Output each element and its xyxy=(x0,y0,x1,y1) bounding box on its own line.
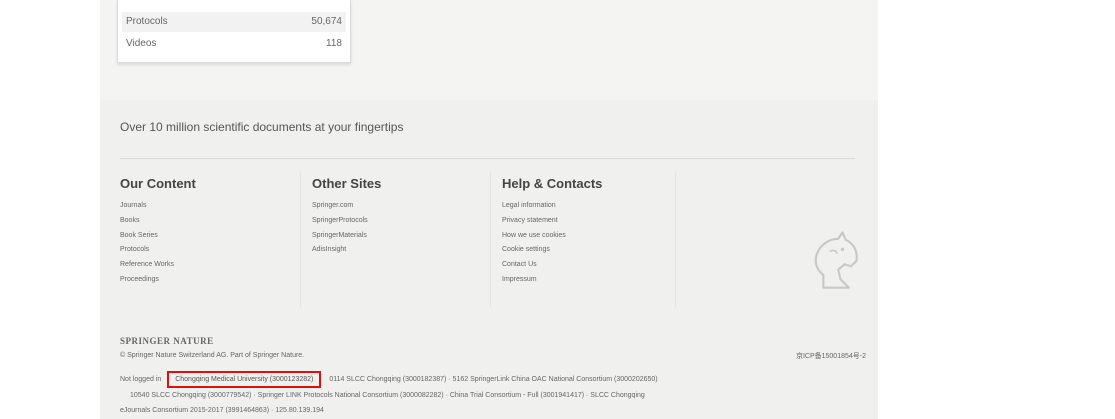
springer-horse-logo-icon xyxy=(814,231,858,289)
footer-link-proceedings[interactable]: Proceedings xyxy=(120,273,196,288)
footer-column-heading: Our Content xyxy=(120,176,196,191)
footer-column-other-sites: Other Sites Springer.com SpringerProtoco… xyxy=(312,176,381,258)
footer-link-cookie-settings[interactable]: Cookie settings xyxy=(502,243,602,258)
content-area: Protocols 50,674 Videos 118 xyxy=(100,0,878,100)
footer-link-springerprotocols[interactable]: SpringerProtocols xyxy=(312,214,381,229)
access-consortia: 0114 SLCC Chongqing (3000182387) · 5162 … xyxy=(329,376,658,383)
footer-link-protocols[interactable]: Protocols xyxy=(120,243,196,258)
column-separator xyxy=(490,172,491,307)
footer-link-contact-us[interactable]: Contact Us xyxy=(502,258,602,273)
count-row-videos[interactable]: Videos 118 xyxy=(122,34,346,54)
login-status: Not logged in xyxy=(120,376,162,383)
access-consortia-line-2: 10540 SLCC Chongqing (3000779542) · Spri… xyxy=(130,392,645,399)
access-consortia-line-3: eJournals Consortium 2015-2017 (39914648… xyxy=(120,407,324,414)
footer-link-book-series[interactable]: Book Series xyxy=(120,229,196,244)
footer-link-adisinsight[interactable]: AdisInsight xyxy=(312,243,381,258)
footer-link-springermaterials[interactable]: SpringerMaterials xyxy=(312,229,381,244)
count-label: Videos xyxy=(126,38,157,49)
footer-link-reference-works[interactable]: Reference Works xyxy=(120,258,196,273)
footer-column-heading: Help & Contacts xyxy=(502,176,603,191)
count-value: 50,674 xyxy=(311,16,342,27)
institutional-access-line: Not logged in Chongqing Medical Universi… xyxy=(120,371,658,388)
count-value: 118 xyxy=(326,38,342,49)
footer-column-help-contacts: Help & Contacts Legal information Privac… xyxy=(502,176,602,288)
count-row-protocols[interactable]: Protocols 50,674 xyxy=(122,12,346,32)
footer-column-our-content: Our Content Journals Books Book Series P… xyxy=(120,176,196,288)
content-type-counts: Protocols 50,674 Videos 118 xyxy=(117,0,351,63)
footer-link-springer-com[interactable]: Springer.com xyxy=(312,199,381,214)
springer-nature-brand: SPRINGER NATURE xyxy=(120,336,214,346)
footer-link-how-we-use-cookies[interactable]: How we use cookies xyxy=(502,229,602,244)
column-separator xyxy=(300,172,301,307)
footer-column-heading: Other Sites xyxy=(312,176,382,191)
page: Protocols 50,674 Videos 118 Over 10 mill… xyxy=(100,0,878,419)
footer-link-legal-information[interactable]: Legal information xyxy=(502,199,602,214)
institution-highlight: Chongqing Medical University (3000123282… xyxy=(167,371,322,388)
footer-link-books[interactable]: Books xyxy=(120,214,196,229)
footer-link-privacy-statement[interactable]: Privacy statement xyxy=(502,214,602,229)
footer-tagline: Over 10 million scientific documents at … xyxy=(120,120,404,134)
icp-license: 京ICP备15001854号-2 xyxy=(795,353,866,360)
footer-link-journals[interactable]: Journals xyxy=(120,199,196,214)
column-separator xyxy=(675,172,676,307)
footer-link-impressum[interactable]: Impressum xyxy=(502,273,602,288)
copyright-text: © Springer Nature Switzerland AG. Part o… xyxy=(120,352,305,359)
footer-divider xyxy=(120,158,855,159)
count-label: Protocols xyxy=(126,16,168,27)
